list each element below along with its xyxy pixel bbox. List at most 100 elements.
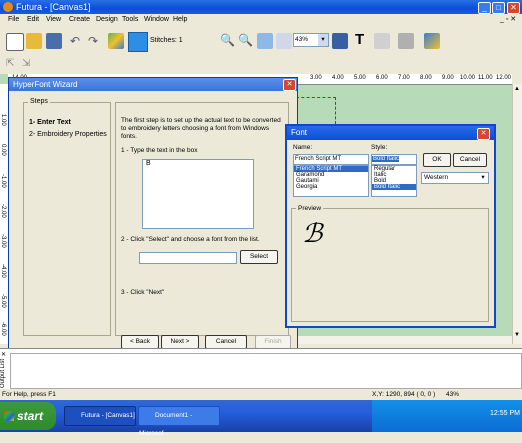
zoom-select[interactable]: 43% ▾ — [293, 33, 329, 47]
font-dialog: Font ✕ Name: French Script MT French Scr… — [285, 124, 496, 328]
step-embroidery-properties[interactable]: 2- Embroidery Properties — [29, 131, 107, 138]
secondary-toolbar: ⇱ ⇲ — [0, 57, 522, 73]
output-panel-label: Output List — [0, 359, 6, 389]
window-title-bar: Futura - [Canvas1] _ □ ✕ — [0, 0, 522, 14]
style-list-item[interactable]: Bold Italic — [372, 184, 416, 190]
minimize-button[interactable]: _ — [478, 2, 491, 14]
menu-window[interactable]: Window — [144, 15, 169, 25]
cancel-button[interactable]: Cancel — [205, 335, 247, 349]
font-style-value: Bold Italic — [372, 156, 400, 162]
vertical-scrollbar[interactable]: ▲ ▼ — [512, 84, 522, 344]
font-style-input[interactable]: Bold Italic — [371, 154, 417, 165]
new-icon[interactable] — [6, 33, 24, 51]
next-button[interactable]: Next > — [161, 335, 199, 349]
taskbar: start Futura - [Canvas1] Document1 - Mic… — [0, 400, 522, 437]
font-name-label: Name: — [293, 144, 313, 151]
menu-view[interactable]: View — [46, 15, 61, 25]
menu-file[interactable]: File — [8, 15, 19, 25]
back-button[interactable]: < Back — [121, 335, 159, 349]
ruler-tick: 4.00 — [332, 75, 344, 81]
font-cancel-button[interactable]: Cancel — [453, 153, 487, 167]
ruler-tick: 10.00 — [460, 75, 476, 81]
font-name-value: French Script MT — [295, 156, 342, 162]
save-icon[interactable] — [46, 33, 62, 49]
start-label: start — [17, 409, 44, 423]
status-coords: X,Y: 1290, 894 ( 0, 0 ) — [372, 391, 436, 398]
maximize-button[interactable]: □ — [492, 2, 505, 14]
ruler-tick: 8.00 — [420, 75, 432, 81]
clock: 12:55 PM — [490, 410, 520, 417]
scroll-up-icon[interactable]: ▲ — [514, 86, 520, 92]
window-title: Futura - [Canvas1] — [16, 2, 91, 12]
preview-label: Preview — [296, 205, 324, 212]
chevron-down-icon[interactable]: ▾ — [318, 34, 328, 46]
color-swatch[interactable] — [128, 32, 148, 52]
menu-edit[interactable]: Edit — [27, 15, 39, 25]
ruler-tick: -5.00 — [0, 294, 6, 308]
wizard-content-panel: The first step is to set up the actual t… — [115, 102, 289, 336]
zoom-value: 43% — [295, 36, 309, 43]
scroll-down-icon[interactable]: ▼ — [514, 332, 520, 338]
steps-group: Steps 1- Enter Text 2- Embroidery Proper… — [23, 98, 111, 336]
menu-bar: File Edit View Create Design Tools Windo… — [0, 14, 522, 26]
finish-button[interactable]: Finish — [255, 335, 291, 349]
text-tool-icon[interactable]: T — [355, 31, 364, 48]
preview-group: Preview ℬ — [291, 205, 489, 322]
zoom-out-icon[interactable]: 🔍 — [238, 33, 253, 47]
menu-tools[interactable]: Tools — [122, 15, 138, 25]
ruler-tick: 9.00 — [442, 75, 454, 81]
script-value: Western — [424, 174, 449, 181]
step1-instruction: 1 - Type the text in the box — [121, 147, 198, 154]
undo-icon[interactable]: ↶ — [70, 34, 80, 48]
steps-label: Steps — [28, 98, 50, 105]
step2-instruction: 2 - Click "Select" and choose a font fro… — [121, 236, 260, 243]
step3-instruction: 3 - Click "Next" — [121, 289, 165, 296]
font-list-item[interactable]: Georgia — [294, 184, 368, 190]
ruler-tick: 12.00 — [496, 75, 512, 81]
machine-icon[interactable] — [398, 33, 414, 49]
taskbar-item-futura[interactable]: Futura - [Canvas1] — [64, 406, 136, 426]
menu-help[interactable]: Help — [173, 15, 187, 25]
status-zoom: 43% — [446, 391, 460, 398]
script-select[interactable]: Western ▾ — [421, 172, 489, 184]
zoom-in-icon[interactable]: 🔍 — [220, 33, 235, 47]
monogram-icon[interactable] — [374, 33, 390, 49]
redo-icon[interactable]: ↷ — [88, 34, 98, 48]
text-input-box[interactable]: B — [142, 159, 254, 229]
menu-create[interactable]: Create — [69, 15, 90, 25]
mdi-controls-icon[interactable]: _ ▫ ✕ — [500, 15, 516, 25]
chevron-down-icon[interactable]: ▾ — [478, 173, 488, 183]
ruler-tick: 3.00 — [310, 75, 322, 81]
color-icon[interactable] — [108, 33, 124, 49]
fit-icon[interactable] — [257, 33, 273, 49]
taskbar-item-document[interactable]: Document1 - Microsof... — [138, 406, 220, 437]
start-button[interactable]: start — [0, 402, 56, 430]
select-icon[interactable]: ⇱ — [6, 58, 14, 69]
stitch-count: Stitches: 1 — [150, 37, 183, 44]
zoom-area-icon[interactable] — [276, 33, 292, 49]
output-close-icon[interactable]: ✕ — [1, 351, 6, 358]
wizard-title-bar: HyperFont Wizard ✕ — [9, 78, 297, 91]
status-bar: For Help, press F1 X,Y: 1290, 894 ( 0, 0… — [0, 389, 522, 400]
font-style-list[interactable]: Regular Italic Bold Bold Italic — [371, 165, 417, 197]
font-name-field[interactable] — [139, 252, 237, 264]
output-panel: ✕ Output List — [0, 348, 522, 389]
font-ok-button[interactable]: OK — [423, 153, 451, 167]
select-font-button[interactable]: Select — [240, 250, 278, 264]
font-dialog-title-bar: Font ✕ — [287, 126, 494, 140]
menu-design[interactable]: Design — [96, 15, 118, 25]
ruler-tick: 5.00 — [354, 75, 366, 81]
font-name-list[interactable]: French Script MT Garamond Gautami Georgi… — [293, 165, 369, 197]
wizard-icon[interactable] — [424, 33, 440, 49]
hoop-icon[interactable] — [332, 33, 348, 49]
move-icon[interactable]: ⇲ — [22, 58, 30, 69]
step-enter-text[interactable]: 1- Enter Text — [29, 119, 71, 126]
wizard-close-button[interactable]: ✕ — [283, 79, 296, 91]
ruler-tick: -1.00 — [0, 174, 6, 188]
open-icon[interactable] — [26, 33, 42, 49]
task-label: Document1 - Microsof... — [139, 412, 193, 437]
output-list[interactable] — [10, 353, 522, 389]
font-name-input[interactable]: French Script MT — [293, 154, 369, 165]
close-button[interactable]: ✕ — [507, 2, 520, 14]
font-close-button[interactable]: ✕ — [477, 128, 490, 140]
